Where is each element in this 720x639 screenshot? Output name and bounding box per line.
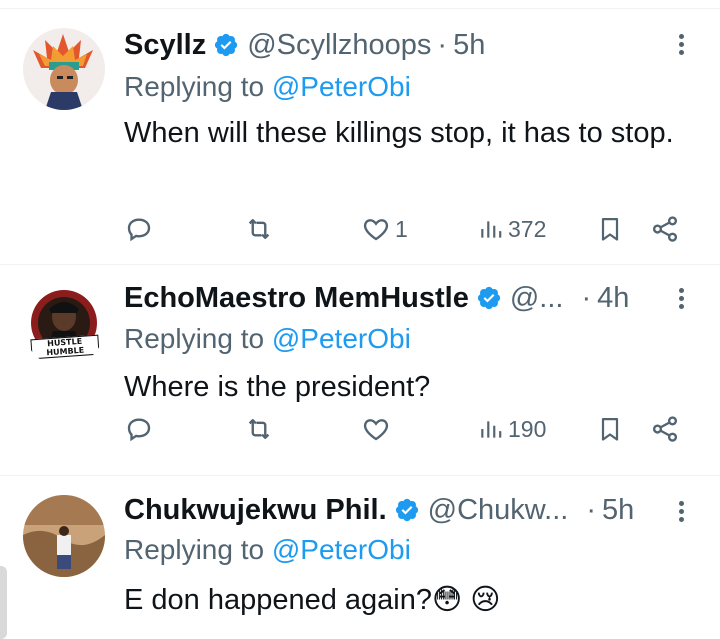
tweet-text: When will these killings stop, it has to… (124, 117, 674, 149)
tweet-header: EchoMaestro MemHustle @... · 4h (124, 281, 664, 315)
share-icon (652, 416, 678, 442)
tweet-header: Scyllz @Scyllzhoops · 5h (124, 28, 664, 62)
share-icon (652, 216, 678, 242)
reply-tweet[interactable]: Scyllz @Scyllzhoops · 5h Replying to @Pe… (0, 9, 720, 265)
separator: · (581, 281, 592, 314)
verified-badge-icon (477, 286, 500, 310)
reply-button[interactable] (124, 209, 154, 249)
retweet-icon (248, 419, 270, 439)
author-name[interactable]: Scyllz (124, 29, 206, 62)
more-icon[interactable] (676, 498, 686, 528)
author-name[interactable]: Chukwujekwu Phil. (124, 494, 387, 527)
replying-label: Replying to (124, 323, 265, 354)
avatar[interactable] (23, 495, 105, 577)
retweet-icon (248, 219, 270, 239)
mention-link[interactable]: @PeterObi (272, 71, 411, 102)
action-bar: 1 372 (0, 209, 720, 249)
bookmark-icon (601, 217, 619, 241)
views-icon (481, 221, 502, 238)
tweet-header: Chukwujekwu Phil. @Chukw... · 5h (124, 493, 664, 527)
timestamp[interactable]: 4h (597, 282, 629, 315)
views-icon (481, 421, 502, 438)
views-button[interactable]: 372 (478, 209, 546, 249)
bookmark-icon (601, 417, 619, 441)
replying-to: Replying to @PeterObi (124, 323, 411, 355)
view-count: 190 (508, 415, 547, 442)
reply-icon (127, 218, 151, 242)
bookmark-button[interactable] (596, 409, 624, 449)
more-icon[interactable] (676, 285, 686, 315)
retweet-button[interactable] (243, 409, 275, 449)
reply-button[interactable] (124, 409, 154, 449)
view-count: 372 (508, 215, 547, 242)
author-handle[interactable]: @Chukw... (428, 494, 569, 527)
timestamp[interactable]: 5h (453, 29, 485, 62)
author-handle[interactable]: @... (510, 282, 564, 315)
replying-to: Replying to @PeterObi (124, 71, 411, 103)
tweet-text: E don happened again?😳 😢 (124, 584, 501, 616)
avatar[interactable]: HUSTLE HUMBLE (23, 285, 105, 367)
timestamp[interactable]: 5h (602, 494, 634, 527)
reply-tweet[interactable]: Chukwujekwu Phil. @Chukw... · 5h Replyin… (0, 476, 720, 639)
author-handle[interactable]: @Scyllzhoops (247, 29, 431, 62)
like-count: 1 (395, 215, 408, 242)
author-name[interactable]: EchoMaestro MemHustle (124, 282, 469, 315)
verified-badge-icon (215, 33, 238, 57)
avatar[interactable] (23, 28, 105, 110)
views-button[interactable]: 190 (478, 409, 546, 449)
share-button[interactable] (650, 409, 680, 449)
mention-link[interactable]: @PeterObi (272, 323, 411, 354)
replying-to: Replying to @PeterObi (124, 534, 411, 566)
like-button[interactable]: 1 (361, 209, 408, 249)
like-button[interactable] (361, 409, 395, 449)
like-icon (363, 219, 389, 241)
tweet-text: Where is the president? (124, 371, 431, 403)
scrollbar[interactable] (0, 566, 7, 639)
reply-tweet[interactable]: HUSTLE HUMBLE EchoMaestro MemHustle @... … (0, 265, 720, 476)
more-icon[interactable] (676, 31, 686, 61)
replying-label: Replying to (124, 534, 265, 565)
retweet-button[interactable] (243, 209, 275, 249)
action-bar: 190 (0, 409, 720, 449)
like-icon (363, 419, 389, 441)
top-divider (0, 0, 720, 9)
separator: · (437, 28, 448, 61)
mention-link[interactable]: @PeterObi (272, 534, 411, 565)
replying-label: Replying to (124, 71, 265, 102)
verified-badge-icon (395, 498, 418, 522)
separator: · (586, 493, 596, 526)
share-button[interactable] (650, 209, 680, 249)
reply-icon (127, 418, 151, 442)
bookmark-button[interactable] (596, 209, 624, 249)
